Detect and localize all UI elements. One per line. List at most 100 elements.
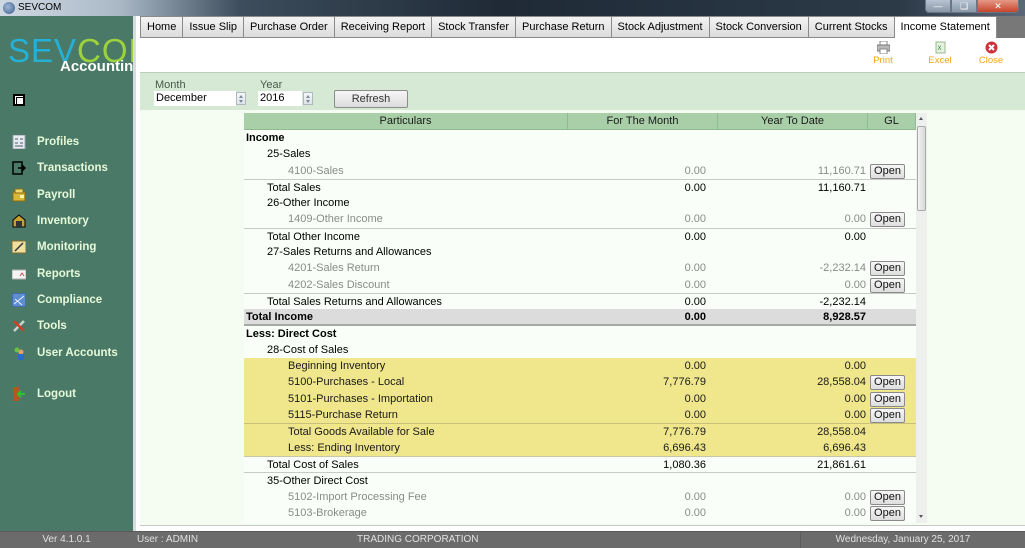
sidebar-item-label: Reports — [37, 267, 81, 280]
tab-purchase-order[interactable]: Purchase Order — [244, 16, 335, 38]
grid-vertical-scrollbar[interactable] — [916, 113, 927, 523]
sidebar-item-logout[interactable]: Logout — [0, 381, 133, 407]
sidebar-item-label: Logout — [37, 387, 76, 400]
income-statement-grid: Particulars For The Month Year To Date G… — [244, 113, 916, 523]
table-row: 5115-Purchase Return 0.00 0.00 Open — [244, 407, 916, 424]
year-field[interactable]: 2016 — [258, 91, 302, 106]
month-field[interactable]: December — [154, 91, 236, 106]
maximize-button[interactable]: ❏ — [951, 0, 977, 13]
year-to-date-cell: 11,160.71 — [817, 181, 866, 194]
for-the-month-cell — [568, 473, 718, 488]
year-to-date-cell: -2,232.14 — [819, 262, 866, 275]
table-row: 26-Other Income — [244, 195, 916, 211]
sidebar-item-compliance[interactable]: Compliance — [0, 287, 133, 313]
year-spinner[interactable] — [303, 92, 313, 105]
sidebar-item-transactions[interactable]: Transactions — [0, 155, 133, 181]
sidebar-item-inventory[interactable]: Inventory — [0, 208, 133, 234]
open-gl-button[interactable]: Open — [870, 375, 905, 391]
for-the-month-cell — [568, 146, 718, 162]
open-gl-button[interactable]: Open — [870, 212, 905, 228]
company-text: TRADING CORPORATION — [357, 534, 479, 545]
table-row: Total Sales Returns and Allowances 0.00 -2… — [244, 292, 916, 309]
year-to-date-cell — [718, 326, 868, 342]
year-to-date-cell — [718, 195, 868, 211]
year-label: Year — [260, 79, 283, 91]
table-row: 5100-Purchases - Local 7,776.79 28,558.04 O… — [244, 374, 916, 391]
open-gl-button[interactable]: Open — [870, 489, 905, 505]
particulars-cell: 1409-Other Income — [288, 213, 383, 226]
open-gl-button[interactable]: Open — [870, 277, 905, 293]
gl-cell — [868, 473, 916, 488]
minimize-button[interactable]: — — [925, 0, 951, 13]
sidebar-item-monitoring[interactable]: Monitoring — [0, 234, 133, 260]
for-the-month-cell: 0.00 — [684, 181, 706, 194]
close-label: Close — [978, 55, 1004, 66]
profiles-icon — [12, 134, 26, 150]
tab-purchase-return[interactable]: Purchase Return — [516, 16, 612, 38]
for-the-month-cell: 0.00 — [684, 311, 706, 324]
table-row: 4202-Sales Discount 0.00 0.00 Open — [244, 277, 916, 293]
for-the-month-cell: 0.00 — [684, 295, 706, 308]
open-gl-button[interactable]: Open — [870, 261, 905, 277]
sidebar-item-reports[interactable]: Reports — [0, 260, 133, 286]
column-header-gl[interactable]: GL — [868, 113, 916, 129]
year-to-date-cell: 0.00 — [844, 360, 866, 373]
year-to-date-cell — [718, 146, 868, 162]
version-text: Ver 4.1.0.1 — [42, 534, 91, 545]
scroll-up-arrow-icon[interactable] — [916, 113, 927, 125]
table-row: Total Sales 0.00 11,160.71 — [244, 178, 916, 195]
particulars-cell: Less: Direct Cost — [246, 327, 337, 340]
sidebar-item-label: Transactions — [37, 162, 108, 175]
year-to-date-cell: -2,232.14 — [819, 295, 866, 308]
tab-stock-conversion[interactable]: Stock Conversion — [709, 16, 809, 38]
open-gl-button[interactable]: Open — [870, 408, 905, 424]
app-icon — [3, 2, 15, 14]
sidebar-item-user-accounts[interactable]: User Accounts — [0, 339, 133, 365]
sidebar-item-payroll[interactable]: Payroll — [0, 182, 133, 208]
close-window-button[interactable]: ✕ — [977, 0, 1019, 13]
sidebar-item-label: Tools — [37, 320, 67, 333]
month-spinner[interactable] — [236, 92, 246, 105]
tab-issue-slip[interactable]: Issue Slip — [183, 16, 245, 38]
column-header-year-to-date[interactable]: Year To Date — [718, 113, 868, 129]
table-row: Less: Direct Cost — [244, 326, 916, 342]
module-tabs: Home Issue Slip Purchase Order Receiving… — [140, 16, 1025, 39]
sidebar-item-label: Compliance — [37, 293, 103, 306]
tab-receiving-report[interactable]: Receiving Report — [334, 16, 433, 38]
for-the-month-cell: 0.00 — [684, 392, 706, 405]
particulars-cell: 4202-Sales Discount — [288, 278, 390, 291]
gl-cell: Open — [868, 489, 916, 505]
year-to-date-cell: 0.00 — [844, 213, 866, 226]
open-gl-button[interactable]: Open — [870, 391, 905, 407]
open-gl-button[interactable]: Open — [870, 163, 905, 179]
for-the-month-cell — [568, 195, 718, 211]
print-button[interactable]: Print — [863, 40, 903, 66]
sidebar-item-profiles[interactable]: Profiles — [0, 129, 133, 155]
gl-cell — [868, 180, 916, 195]
table-row: 5102-Import Processing Fee 0.00 0.00 Open — [244, 489, 916, 505]
scroll-down-arrow-icon[interactable] — [916, 511, 927, 523]
column-header-particulars[interactable]: Particulars — [244, 113, 568, 129]
tab-home[interactable]: Home — [140, 16, 184, 38]
table-row: Income — [244, 130, 916, 146]
table-row: Total Income 0.00 8,928.57 — [244, 309, 916, 326]
particulars-cell: Total Goods Available for Sale — [288, 426, 435, 439]
open-gl-button[interactable]: Open — [870, 505, 905, 521]
scroll-thumb[interactable] — [917, 126, 926, 211]
tab-current-stocks[interactable]: Current Stocks — [808, 16, 895, 38]
year-to-date-cell — [718, 244, 868, 260]
year-to-date-cell: 28,558.04 — [817, 426, 866, 439]
table-row: 5103-Brokerage 0.00 0.00 Open — [244, 505, 916, 521]
tab-stock-transfer[interactable]: Stock Transfer — [432, 16, 516, 38]
tab-income-statement[interactable]: Income Statement — [894, 16, 997, 39]
excel-button[interactable]: X Excel — [920, 41, 960, 66]
date-text: Wednesday, January 25, 2017 — [800, 532, 1005, 548]
restore-view-icon[interactable] — [13, 94, 25, 106]
tab-stock-adjustment[interactable]: Stock Adjustment — [611, 16, 710, 38]
column-header-for-the-month[interactable]: For The Month — [568, 113, 718, 129]
refresh-button[interactable]: Refresh — [334, 90, 408, 108]
particulars-cell: 5101-Purchases - Importation — [288, 392, 433, 405]
close-report-button[interactable]: Close — [971, 41, 1011, 66]
year-to-date-cell: 0.00 — [844, 392, 866, 405]
sidebar-item-tools[interactable]: Tools — [0, 313, 133, 339]
